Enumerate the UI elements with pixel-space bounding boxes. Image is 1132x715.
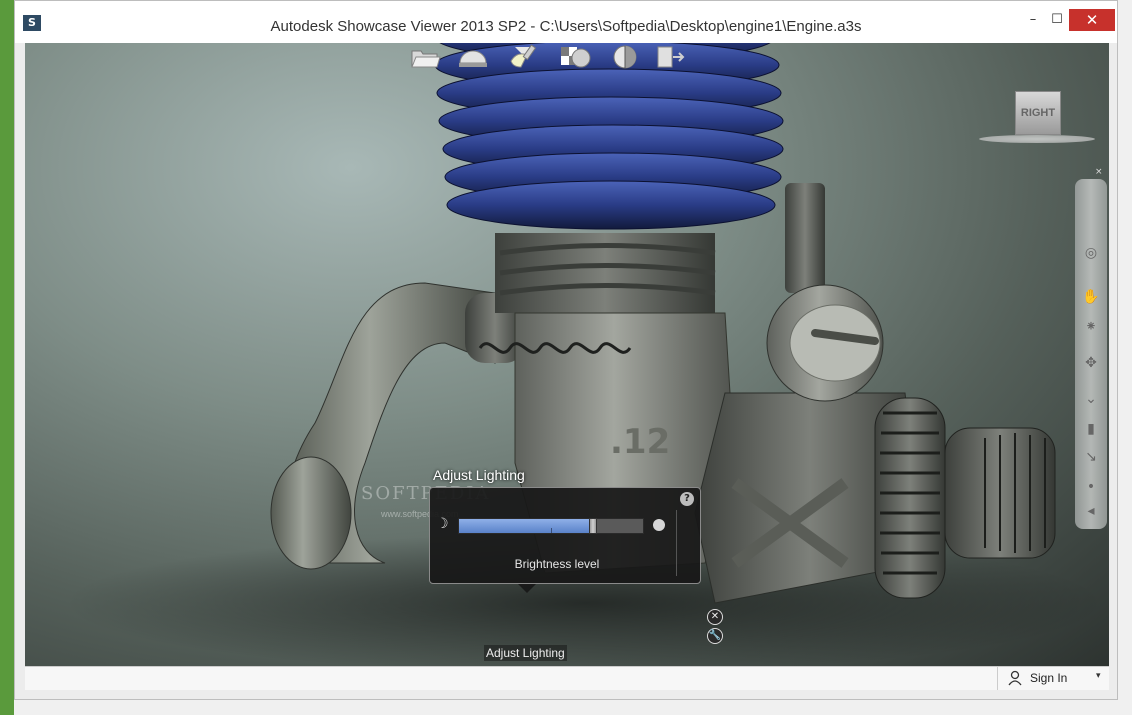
close-button[interactable]: ✕	[1069, 9, 1115, 31]
adjust-lighting-panel: ? ☽ Brightness level	[429, 487, 701, 593]
viewcube-compass[interactable]	[979, 135, 1095, 143]
brightness-level-label: Brightness level	[514, 557, 600, 571]
toolbar-settings-icon[interactable]: 🔧	[707, 628, 723, 644]
toolbar-close-icon[interactable]: ✕	[707, 609, 723, 625]
center-icon[interactable]: ↘	[1081, 447, 1101, 467]
slider-tick-mark	[551, 528, 552, 533]
navbar-close-icon[interactable]: ×	[1095, 167, 1103, 177]
environment-icon[interactable]	[457, 43, 489, 71]
panel-pointer	[518, 584, 536, 593]
moon-icon: ☽	[436, 516, 449, 532]
desktop-edge	[0, 0, 14, 715]
pan-icon[interactable]: ✋	[1081, 287, 1101, 307]
brightness-slider-handle[interactable]	[589, 518, 597, 534]
sign-in-label: Sign In	[1030, 671, 1068, 685]
materials-icon[interactable]	[559, 43, 591, 71]
exit-icon[interactable]	[655, 43, 687, 71]
fly-icon[interactable]: •	[1081, 477, 1101, 497]
3d-viewport[interactable]: .12 RIGHT × ◎ ✋ ⁕ ✥ ⌄ ▮ ↘ • ◂ SOFTPEDIA …	[25, 43, 1109, 666]
rewind-icon[interactable]: ◂	[1081, 501, 1101, 521]
orbit-icon[interactable]: ✥	[1081, 353, 1101, 373]
window-title: Autodesk Showcase Viewer 2013 SP2 - C:\U…	[270, 18, 862, 35]
toolbar-tooltip: Adjust Lighting	[484, 645, 567, 661]
status-bar: Sign In ▾	[25, 666, 1109, 690]
viewcube[interactable]: RIGHT	[1015, 91, 1061, 135]
walk-icon[interactable]: ▮	[1081, 419, 1101, 439]
user-icon	[1008, 670, 1022, 686]
chevron-down-icon[interactable]: ▾	[1096, 670, 1101, 681]
help-icon[interactable]: ?	[680, 492, 694, 506]
lighting-panel-title: Adjust Lighting	[433, 467, 525, 483]
look-icon[interactable]: ⌄	[1081, 389, 1101, 409]
steering-wheel-icon[interactable]: ◎	[1081, 243, 1101, 263]
adjust-lighting-icon[interactable]	[507, 43, 539, 71]
title-bar[interactable]: S Autodesk Showcase Viewer 2013 SP2 - C:…	[15, 1, 1117, 43]
app-window: S Autodesk Showcase Viewer 2013 SP2 - C:…	[14, 0, 1118, 700]
sun-icon	[653, 519, 665, 531]
toolbar-controls: ✕ 🔧	[707, 609, 723, 644]
display-mode-icon[interactable]	[609, 43, 641, 71]
svg-text:.12: .12	[610, 422, 670, 462]
open-file-icon[interactable]	[409, 43, 441, 71]
brightness-slider[interactable]	[458, 518, 644, 534]
brightness-slider-fill	[459, 519, 591, 533]
zoom-icon[interactable]: ⁕	[1081, 317, 1101, 337]
sign-in-button[interactable]: Sign In ▾	[997, 667, 1110, 690]
